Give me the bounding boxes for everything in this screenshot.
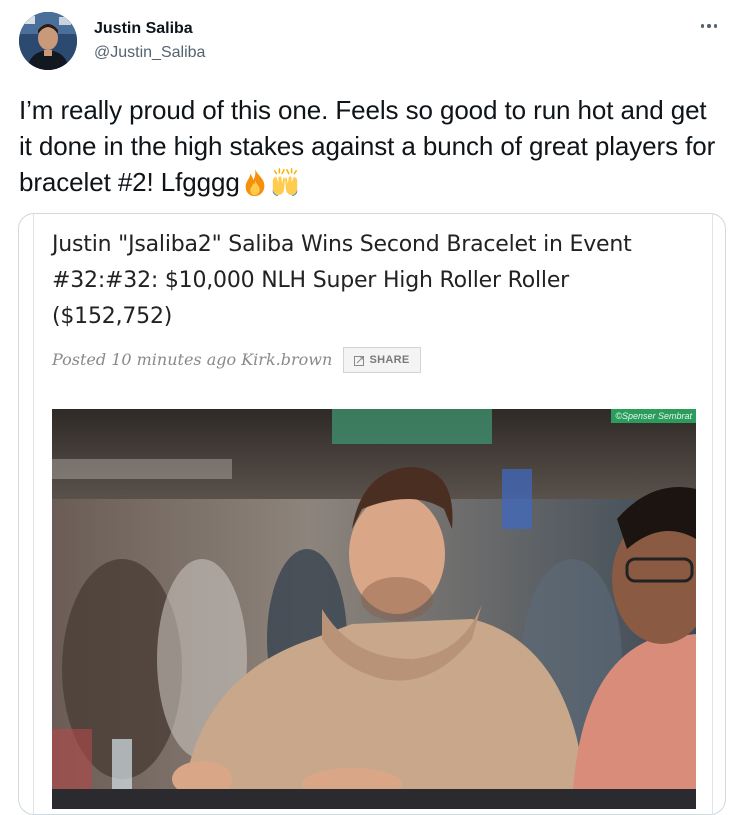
post-meta: Posted 10 minutes ago Kirk.brown <box>52 350 332 369</box>
photo-credit: ©Spenser Sembrat <box>611 409 696 423</box>
link-card[interactable]: Justin "Jsaliba2" Saliba Wins Second Bra… <box>18 213 726 815</box>
more-options-button[interactable] <box>695 16 723 36</box>
share-icon <box>354 355 365 366</box>
share-label: SHARE <box>369 354 410 366</box>
article-photo: ©Spenser Sembrat <box>52 409 696 809</box>
author-name[interactable]: Justin Saliba <box>94 20 193 38</box>
dot-icon <box>713 24 718 28</box>
tweet-body: I’m really proud of this one. Feels so g… <box>19 95 716 197</box>
dot-icon <box>707 24 711 28</box>
avatar[interactable] <box>19 12 77 70</box>
tweet-text: I’m really proud of this one. Feels so g… <box>19 92 719 200</box>
photo-image <box>52 409 696 809</box>
card-title: Justin "Jsaliba2" Saliba Wins Second Bra… <box>52 232 632 329</box>
share-button[interactable]: SHARE <box>343 347 421 373</box>
avatar-image <box>19 12 77 70</box>
dot-icon <box>700 24 705 28</box>
post-meta-text: Posted 10 minutes ago Kirk.brown <box>52 350 333 369</box>
raising-hands-icon <box>272 168 297 197</box>
author-handle[interactable]: @Justin_Saliba <box>94 44 205 62</box>
fire-icon <box>245 168 265 197</box>
